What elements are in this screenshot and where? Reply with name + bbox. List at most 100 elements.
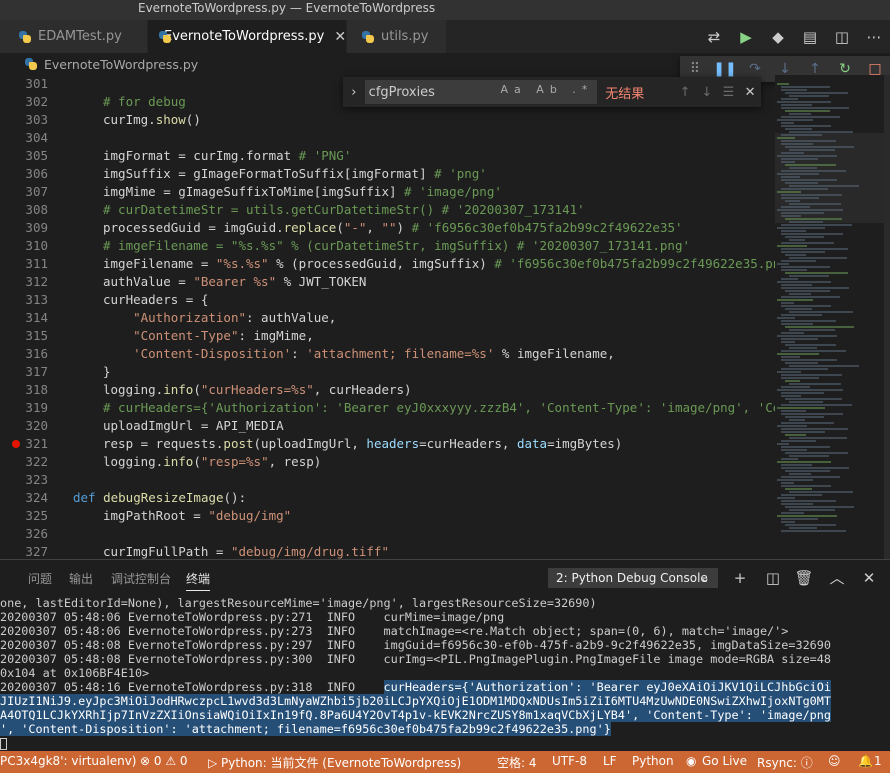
tab-utils[interactable]: utils.py [347,20,447,53]
minimap-line [785,290,830,292]
split-terminal-icon[interactable]: ◫ [763,568,783,588]
line-number[interactable]: 323 [0,471,48,489]
split-editor-icon[interactable]: ◫ [826,20,858,53]
close-icon[interactable]: ✕ [859,568,879,588]
line-number[interactable]: 305 [0,147,48,165]
line-number[interactable]: 309 [0,219,48,237]
code-line[interactable]: 315 "Content-Type": imgMime, [0,327,775,345]
close-icon[interactable]: ✕ [334,29,346,45]
code-line[interactable]: 320 uploadImgUrl = API_MEDIA [0,417,775,435]
bell-icon[interactable]: 🔔 [858,754,873,768]
trash-icon[interactable]: 🗑 [794,568,814,588]
tab-edamtest[interactable]: EDAMTest.py [0,20,148,53]
chevron-right-icon[interactable]: › [343,85,365,100]
code-line[interactable]: 306 imgSuffix = gImageFormatToSuffix[imgF… [0,165,775,183]
indentation[interactable]: 空格: 4 [497,754,537,771]
line-number[interactable]: 308 [0,201,48,219]
line-number[interactable]: 324 [0,489,48,507]
debug-config[interactable]: ▷ Python: 当前文件 (EvernoteToWordpress) [208,754,461,771]
run-icon[interactable]: ▶ [730,20,762,53]
tab-evernotetowordpress[interactable]: EvernoteToWordpress.py ✕ [148,20,347,53]
problems-count[interactable]: ⊗ 0 ⚠ 0 [140,754,188,768]
line-number[interactable]: 320 [0,417,48,435]
code-line[interactable]: 326 [0,525,775,543]
terminal-output[interactable]: one, lastEditorId=None), largestResource… [0,594,890,752]
line-number[interactable]: 316 [0,345,48,363]
code-line[interactable]: 314 "Authorization": authValue, [0,309,775,327]
line-number[interactable]: 304 [0,129,48,147]
vertical-scrollbar[interactable] [884,75,890,559]
tab-terminal[interactable]: 终端 [186,570,211,591]
line-number[interactable]: 311 [0,255,48,273]
code-line[interactable]: 311 imgeFilename = "%s.%s" % (processedGu… [0,255,775,273]
code-line[interactable]: 327 curImgFullPath = "debug/img/drug.tiff… [0,543,775,559]
line-number[interactable]: 327 [0,543,48,559]
line-number[interactable]: 318 [0,381,48,399]
arrow-up-icon[interactable]: ↑ [674,85,696,100]
line-number[interactable]: 312 [0,273,48,291]
line-number[interactable]: 302 [0,93,48,111]
line-number[interactable]: 306 [0,165,48,183]
code-line[interactable]: 304 [0,129,775,147]
rsync[interactable]: Rsync: ⓘ [757,754,813,771]
preview-icon[interactable]: ▤ [794,20,826,53]
line-number[interactable]: 326 [0,525,48,543]
language-mode[interactable]: Python [632,754,674,768]
python-env[interactable]: PC3x4gk8': virtualenv) [0,754,136,768]
code-line[interactable]: 313 curHeaders = { [0,291,775,309]
go-live[interactable]: Go Live [702,754,747,768]
tab-problems[interactable]: 问题 [28,570,52,587]
close-icon[interactable]: ✕ [739,85,761,100]
encoding[interactable]: UTF-8 [552,754,587,768]
more-icon[interactable]: ⋯ [858,20,890,53]
code-line[interactable]: 319 # curHeaders={'Authorization': 'Beare… [0,399,775,417]
line-number[interactable]: 322 [0,453,48,471]
code-text: "Content-Type": imgMime, [133,328,314,343]
line-number[interactable]: 303 [0,111,48,129]
find-options[interactable]: Aa Ab .* [501,83,594,96]
code-line[interactable]: 316 'Content-Disposition': 'attachment; … [0,345,775,363]
code-line[interactable]: 318 logging.info("curHeaders=%s", curHead… [0,381,775,399]
line-number[interactable]: 313 [0,291,48,309]
code-line[interactable]: 322 logging.info("resp=%s", resp) [0,453,775,471]
tab-output[interactable]: 输出 [69,570,93,587]
add-terminal-icon[interactable]: + [730,568,750,588]
code-line[interactable]: 303 curImg.show() [0,111,775,129]
code-line[interactable]: 325 imgPathRoot = "debug/img" [0,507,775,525]
code-line[interactable]: 308 # curDatetimeStr = utils.getCurDateti… [0,201,775,219]
line-number[interactable]: 325 [0,507,48,525]
code-line[interactable]: 307 imgMime = gImageSuffixToMime[imgSuffi… [0,183,775,201]
feedback-icon[interactable]: ☺ [828,754,841,768]
code-line[interactable]: 312 authValue = "Bearer %s" % JWT_TOKEN [0,273,775,291]
line-number[interactable]: 307 [0,183,48,201]
arrow-down-icon[interactable]: ↓ [696,85,718,100]
chevron-up-icon[interactable]: ︿ [827,568,847,588]
line-ending[interactable]: LF [603,754,617,768]
line-number[interactable]: 317 [0,363,48,381]
minimap[interactable] [775,75,890,559]
terminal-cursor [0,737,7,750]
breadcrumb-file[interactable]: EvernoteToWordpress.py [44,57,198,72]
git-icon[interactable]: ◆ [762,20,794,53]
compare-icon[interactable]: ⇄ [698,20,730,53]
line-number[interactable]: 301 [0,75,48,93]
breakpoint-icon[interactable] [12,440,20,448]
tab-debug-console[interactable]: 调试控制台 [111,570,171,587]
code-line[interactable]: 323 [0,471,775,489]
line-number[interactable]: 315 [0,327,48,345]
line-number[interactable]: 319 [0,399,48,417]
code-line[interactable]: 321 resp = requests.post(uploadImgUrl, he… [0,435,775,453]
line-number[interactable]: 314 [0,309,48,327]
terminal-select[interactable]: 2: Python Debug Console ⌄ [548,568,718,588]
code-line[interactable]: 309 processedGuid = imgGuid.replace("-", … [0,219,775,237]
find-input[interactable]: cfgProxies Aa Ab .* [364,80,598,104]
code-line[interactable]: 324 def debugResizeImage(): [0,489,775,507]
code-editor[interactable]: 301 302 # for debug 303 curImg.show() 304 305 i… [0,75,775,559]
line-number[interactable]: 321 [0,435,48,453]
code-line[interactable]: 305 imgFormat = curImg.format # 'PNG' [0,147,775,165]
minimap-line [785,416,824,418]
code-line[interactable]: 310 # imgeFilename = "%s.%s" % (curDateti… [0,237,775,255]
code-line[interactable]: 317} [0,363,775,381]
line-number[interactable]: 310 [0,237,48,255]
find-in-selection-icon[interactable]: ☰ [718,85,740,100]
